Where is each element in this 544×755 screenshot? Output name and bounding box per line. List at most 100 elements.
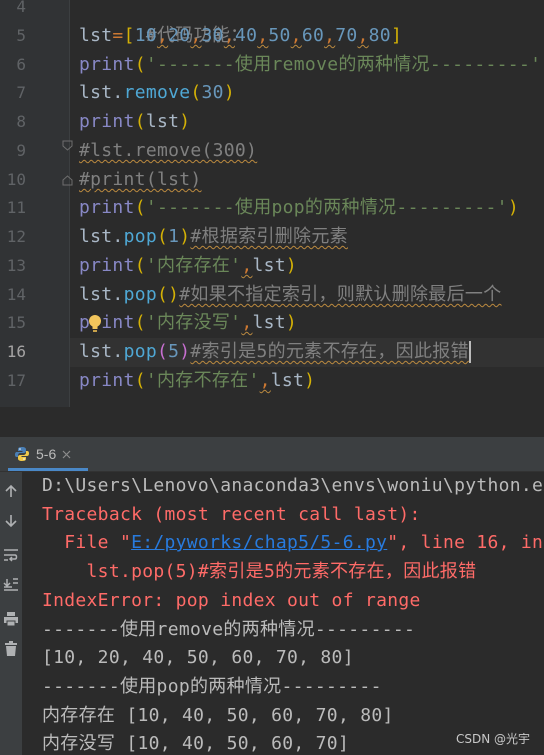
method-name: pop <box>123 226 157 247</box>
number: 50 <box>268 25 291 46</box>
number: 60 <box>301 25 325 46</box>
bracket: ) <box>304 370 316 391</box>
scroll-to-end-icon[interactable] <box>0 574 22 596</box>
dot: . <box>112 226 124 247</box>
console-error-code: lst.pop(5)#索引是5的元素不存在，因此报错 <box>42 561 477 582</box>
arrow-up-icon[interactable] <box>0 480 22 502</box>
number: 80 <box>368 25 391 46</box>
code-editor[interactable]: 4 5 6 7 8 9 10 11 12 13 14 15 16 17 #代码功… <box>0 0 544 407</box>
fold-marker-icon[interactable] <box>62 175 73 186</box>
console-command-line: D:\Users\Lenovo\anaconda3\envs\woniu\pyt… <box>42 475 544 496</box>
code-line-17[interactable]: print('内存不存在',lst) <box>79 367 315 396</box>
close-icon[interactable] <box>62 450 71 459</box>
line-number: 8 <box>16 112 26 131</box>
code-line-15[interactable]: print('内存没写',lst) <box>79 309 297 338</box>
comment: #lst.remove(300) <box>79 140 258 161</box>
bracket: ( <box>190 82 202 103</box>
number: 40 <box>234 25 258 46</box>
identifier: lst <box>79 82 113 103</box>
console-output-line: 内存没写 [10, 40, 50, 60, 70] <box>42 733 350 754</box>
code-line-9[interactable]: #lst.remove(300) <box>79 137 257 166</box>
line-number: 12 <box>6 227 26 246</box>
builtin-print: print <box>79 54 135 75</box>
identifier: lst <box>270 370 305 391</box>
line-number: 17 <box>6 371 26 390</box>
ide-window: 4 5 6 7 8 9 10 11 12 13 14 15 16 17 #代码功… <box>0 0 544 755</box>
console-file-line: File "E:/pyworks/chap5/5-6.py", line 16,… <box>42 529 543 558</box>
trash-icon[interactable] <box>0 638 22 660</box>
number: 5 <box>168 341 180 362</box>
comment: #索引是5的元素不存在，因此报错 <box>190 341 469 362</box>
line-number: 11 <box>6 198 26 217</box>
dot: . <box>112 284 124 305</box>
file-link[interactable]: E:/pyworks/chap5/5-6.py <box>131 532 387 553</box>
number: 1 <box>168 226 180 247</box>
dot: . <box>112 341 124 362</box>
code-line-11[interactable]: print('-------使用pop的两种情况---------') <box>79 194 519 223</box>
code-line-10[interactable]: #print(lst) <box>79 166 202 195</box>
soft-wrap-icon[interactable] <box>0 544 22 566</box>
comment: #根据索引删除元素 <box>190 226 348 247</box>
method-name: remove <box>123 82 191 103</box>
code-line-12[interactable]: lst.pop(1)#根据索引删除元素 <box>79 223 348 252</box>
bracket: ) <box>223 82 235 103</box>
comma: , <box>241 312 253 333</box>
arrow-down-icon[interactable] <box>0 510 22 532</box>
lightbulb-icon[interactable] <box>88 314 102 334</box>
bracket: ) <box>168 284 180 305</box>
bracket: ( <box>156 226 169 247</box>
code-line-6[interactable]: print('-------使用remove的两种情况---------') <box>79 51 544 80</box>
bracket: ) <box>285 312 298 333</box>
line-number: 9 <box>16 141 26 160</box>
bracket: ( <box>134 255 146 276</box>
string-literal: '内存不存在' <box>145 370 260 391</box>
line-number: 6 <box>16 55 26 74</box>
method-name: pop <box>123 284 157 305</box>
bracket: ) <box>179 226 191 247</box>
bracket: ( <box>134 54 146 75</box>
console-toolbar <box>0 472 22 755</box>
bracket: ) <box>179 111 191 132</box>
fold-marker-icon[interactable] <box>62 140 73 151</box>
line-number-current: 16 <box>6 342 26 361</box>
bracket: ) <box>179 341 191 362</box>
print-icon[interactable] <box>0 608 22 630</box>
run-console[interactable]: D:\Users\Lenovo\anaconda3\envs\woniu\pyt… <box>22 472 544 755</box>
builtin-print: print <box>79 111 135 132</box>
comma: , <box>241 255 253 276</box>
number: 30 <box>201 82 224 103</box>
text-caret <box>468 341 471 363</box>
bracket: ( <box>134 197 146 218</box>
identifier: lst <box>79 25 113 46</box>
comment: #print(lst) <box>79 169 202 190</box>
python-icon <box>15 447 29 461</box>
panel-separator <box>0 407 544 437</box>
identifier: lst <box>79 341 113 362</box>
number: 70 <box>335 25 358 46</box>
bracket: ( <box>156 341 169 362</box>
identifier: lst <box>145 111 180 132</box>
code-line-14[interactable]: lst.pop()#如果不指定索引，则默认删除最后一个 <box>79 281 502 310</box>
file-suffix: ", line 16, in <box>387 532 544 553</box>
code-line-5[interactable]: lst=[10,20,30,40,50,60,70,80] <box>79 22 402 51</box>
bracket: ] <box>390 25 403 46</box>
builtin-print: print <box>79 255 135 276</box>
file-prefix: File " <box>42 532 132 553</box>
operator: = <box>112 25 124 46</box>
identifier: lst <box>79 226 113 247</box>
bracket: ) <box>285 255 298 276</box>
code-line-7[interactable]: lst.remove(30) <box>79 79 235 108</box>
run-tab[interactable]: 5-6 <box>14 437 71 471</box>
code-line-4[interactable]: #代码功能： <box>79 0 248 46</box>
identifier: lst <box>252 255 286 276</box>
console-output-line: 内存存在 [10, 40, 50, 60, 70, 80] <box>42 705 394 726</box>
line-number: 14 <box>6 285 26 304</box>
string-literal: '内存存在' <box>145 255 242 276</box>
code-line-13[interactable]: print('内存存在',lst) <box>79 252 297 281</box>
active-tab-indicator <box>8 468 88 471</box>
dot: . <box>112 82 124 103</box>
code-line-8[interactable]: print(lst) <box>79 108 190 137</box>
line-number: 10 <box>6 170 26 189</box>
code-line-16[interactable]: lst.pop(5)#索引是5的元素不存在，因此报错 <box>79 338 471 367</box>
string-literal: '内存没写' <box>145 312 242 333</box>
